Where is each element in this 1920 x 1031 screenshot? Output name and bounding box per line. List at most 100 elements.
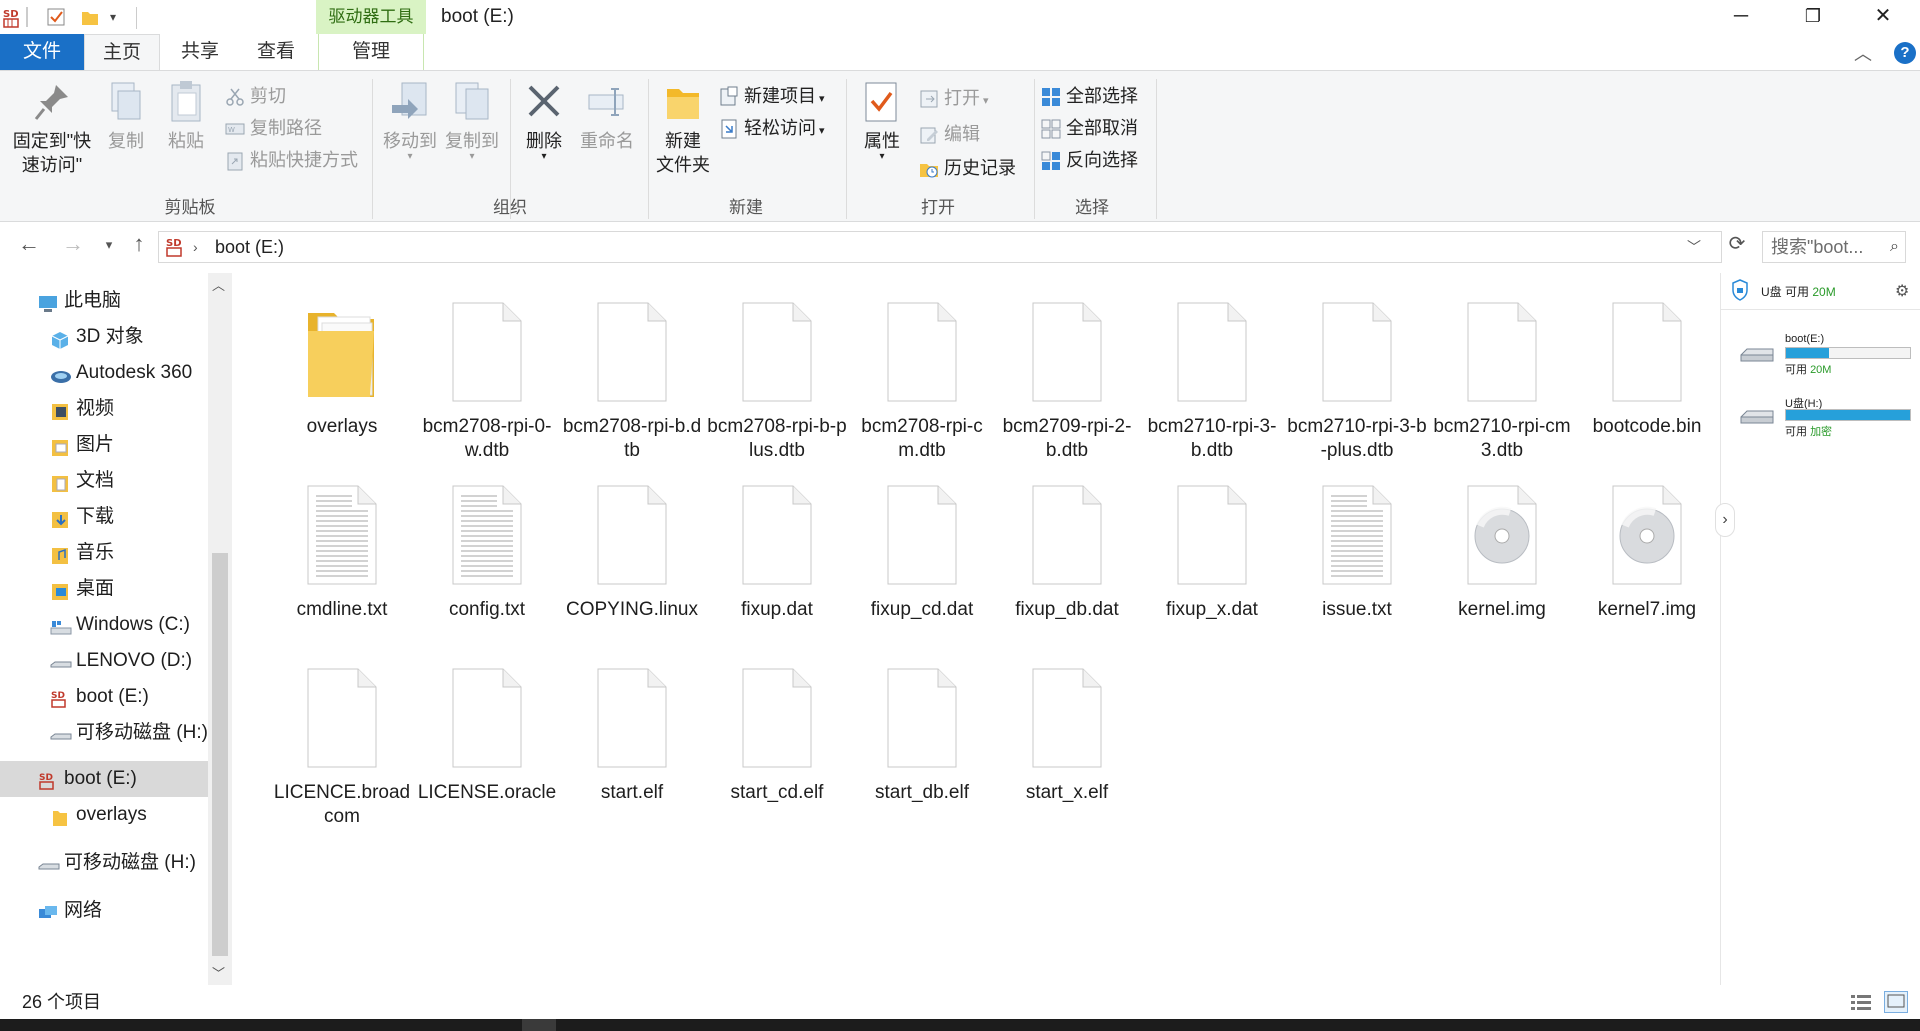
copy-to-button[interactable]: 复制到 ▾ bbox=[440, 79, 504, 162]
nav-item-boot-e-root[interactable]: SD boot (E:) bbox=[38, 761, 137, 797]
up-arrow-icon[interactable]: ↑ bbox=[124, 231, 154, 257]
close-button[interactable]: ✕ bbox=[1848, 0, 1918, 34]
properties-quick-icon[interactable] bbox=[46, 7, 66, 27]
nav-item-music[interactable]: 音乐 bbox=[50, 535, 114, 571]
rename-button[interactable]: 重命名 bbox=[574, 79, 640, 153]
taskbar-active-item[interactable] bbox=[522, 1019, 556, 1031]
file-item[interactable]: COPYING.linux bbox=[562, 476, 702, 622]
scroll-up-icon[interactable]: ︿ bbox=[212, 275, 225, 294]
sd-card-app-icon[interactable]: SD bbox=[2, 7, 22, 28]
file-item[interactable]: fixup_cd.dat bbox=[852, 476, 992, 622]
nav-item-windows-c[interactable]: Windows (C:) bbox=[50, 607, 190, 643]
file-item[interactable]: start_db.elf bbox=[852, 659, 992, 805]
invert-selection-button[interactable]: 反向选择 bbox=[1040, 145, 1138, 175]
folder-item[interactable]: overlays bbox=[272, 293, 412, 439]
restore-button[interactable]: ❐ bbox=[1778, 0, 1848, 34]
expand-pane-chevron-icon[interactable]: › bbox=[1715, 503, 1735, 537]
copy-path-button[interactable]: W 复制路径 bbox=[224, 113, 322, 143]
file-item[interactable]: bcm2708-rpi-0-w.dtb bbox=[417, 293, 557, 463]
nav-item-desktop[interactable]: 桌面 bbox=[50, 571, 114, 607]
nav-item-removable-h-root[interactable]: 可移动磁盘 (H:) bbox=[38, 845, 196, 881]
customize-quick-access-dropdown[interactable]: ▾ bbox=[110, 7, 130, 27]
select-all-button[interactable]: 全部选择 bbox=[1040, 81, 1138, 111]
new-folder-quick-icon[interactable] bbox=[80, 7, 100, 27]
nav-item-pictures[interactable]: 图片 bbox=[50, 427, 114, 463]
file-item[interactable]: bcm2710-rpi-3-b-plus.dtb bbox=[1287, 293, 1427, 463]
nav-item-boot-e[interactable]: SD boot (E:) bbox=[50, 679, 149, 715]
pin-to-quick-access-button[interactable]: 固定到"快 速访问" bbox=[6, 79, 98, 177]
nav-item-lenovo-d[interactable]: LENOVO (D:) bbox=[50, 643, 192, 679]
file-item[interactable]: bcm2710-rpi-3-b.dtb bbox=[1142, 293, 1282, 463]
file-item[interactable]: kernel7.img bbox=[1577, 476, 1717, 622]
file-item[interactable]: bcm2709-rpi-2-b.dtb bbox=[997, 293, 1137, 463]
file-item[interactable]: fixup_db.dat bbox=[997, 476, 1137, 622]
minimize-button[interactable]: ─ bbox=[1706, 0, 1776, 34]
file-item[interactable]: fixup_x.dat bbox=[1142, 476, 1282, 622]
tab-share[interactable]: 共享 bbox=[164, 34, 236, 70]
tab-file[interactable]: 文件 bbox=[0, 34, 84, 70]
properties-button[interactable]: 属性 ▾ bbox=[852, 79, 912, 162]
nav-item-network[interactable]: 网络 bbox=[38, 893, 102, 929]
nav-item-autodesk-360[interactable]: Autodesk 360 bbox=[50, 355, 192, 391]
new-item-button[interactable]: 新建项目 ▾ bbox=[718, 81, 825, 111]
history-button[interactable]: 历史记录 bbox=[918, 153, 1016, 183]
copy-button[interactable]: 复制 bbox=[100, 79, 152, 153]
nav-scrollbar[interactable]: ︿ ﹀ bbox=[208, 273, 232, 985]
recent-locations-chevron-icon[interactable]: ▾ bbox=[94, 237, 124, 253]
file-item[interactable]: fixup.dat bbox=[707, 476, 847, 622]
breadcrumb-chevron-icon[interactable]: › bbox=[193, 232, 198, 262]
paste-shortcut-button[interactable]: 粘贴快捷方式 bbox=[224, 145, 358, 175]
nav-item-downloads[interactable]: 下载 bbox=[50, 499, 114, 535]
scroll-down-icon[interactable]: ﹀ bbox=[212, 963, 225, 982]
settings-gear-icon[interactable]: ⚙ bbox=[1895, 281, 1909, 301]
large-icons-view-icon[interactable] bbox=[1884, 991, 1908, 1013]
paste-button[interactable]: 粘贴 bbox=[160, 79, 212, 153]
file-item[interactable]: cmdline.txt bbox=[272, 476, 412, 622]
delete-button[interactable]: 删除 ▾ bbox=[516, 79, 572, 162]
file-icon bbox=[735, 659, 819, 771]
file-item[interactable]: bcm2708-rpi-b-plus.dtb bbox=[707, 293, 847, 463]
search-icon[interactable]: ⌕ bbox=[1890, 232, 1899, 262]
drive-entry[interactable]: boot(E:) 可用 20M bbox=[1721, 333, 1920, 383]
help-icon[interactable]: ? bbox=[1894, 42, 1916, 64]
nav-item-overlays[interactable]: overlays bbox=[50, 797, 147, 833]
file-item[interactable]: start.elf bbox=[562, 659, 702, 805]
refresh-icon[interactable]: ⟳ bbox=[1722, 231, 1752, 256]
file-item[interactable]: start_x.elf bbox=[997, 659, 1137, 805]
forward-arrow-icon[interactable]: → bbox=[58, 231, 88, 257]
file-item[interactable]: bootcode.bin bbox=[1577, 293, 1717, 439]
move-to-button[interactable]: 移动到 ▾ bbox=[378, 79, 442, 162]
nav-item-this-pc[interactable]: 此电脑 bbox=[38, 283, 121, 319]
file-item[interactable]: start_cd.elf bbox=[707, 659, 847, 805]
tab-home[interactable]: 主页 bbox=[84, 34, 160, 71]
file-item[interactable]: config.txt bbox=[417, 476, 557, 622]
drive-entry[interactable]: U盘(H:) 可用 加密 bbox=[1721, 395, 1920, 445]
file-item[interactable]: LICENSE.oracle bbox=[417, 659, 557, 805]
new-folder-button[interactable]: 新建 文件夹 bbox=[652, 79, 714, 177]
file-item[interactable]: kernel.img bbox=[1432, 476, 1572, 622]
file-item[interactable]: LICENCE.broadcom bbox=[272, 659, 412, 829]
file-item[interactable]: bcm2710-rpi-cm3.dtb bbox=[1432, 293, 1572, 463]
nav-item-documents[interactable]: 文档 bbox=[50, 463, 114, 499]
nav-item-3d-objects[interactable]: 3D 对象 bbox=[50, 319, 144, 355]
file-item[interactable]: bcm2708-rpi-cm.dtb bbox=[852, 293, 992, 463]
edit-button[interactable]: 编辑 bbox=[918, 119, 980, 149]
address-path[interactable]: boot (E:) bbox=[215, 232, 284, 262]
nav-item-removable-h[interactable]: 可移动磁盘 (H:) bbox=[50, 715, 208, 751]
search-input[interactable]: 搜索"boot... ⌕ bbox=[1762, 231, 1906, 263]
address-bar[interactable]: SD › boot (E:) ﹀ bbox=[158, 231, 1722, 263]
details-view-icon[interactable] bbox=[1850, 993, 1872, 1013]
nav-item-videos[interactable]: 视频 bbox=[50, 391, 114, 427]
cut-button[interactable]: 剪切 bbox=[224, 81, 286, 111]
easy-access-button[interactable]: 轻松访问 ▾ bbox=[718, 113, 825, 143]
address-history-chevron-icon[interactable]: ﹀ bbox=[1687, 232, 1701, 262]
back-arrow-icon[interactable]: ← bbox=[14, 231, 44, 257]
nav-scrollbar-thumb[interactable] bbox=[212, 553, 228, 956]
file-item[interactable]: bcm2708-rpi-b.dtb bbox=[562, 293, 702, 463]
file-item[interactable]: issue.txt bbox=[1287, 476, 1427, 622]
tab-manage[interactable]: 管理 bbox=[318, 34, 424, 70]
open-button[interactable]: 打开 ▾ bbox=[918, 83, 989, 113]
select-none-button[interactable]: 全部取消 bbox=[1040, 113, 1138, 143]
tab-view[interactable]: 查看 bbox=[240, 34, 312, 70]
collapse-ribbon-icon[interactable]: ︿ bbox=[1854, 40, 1872, 66]
